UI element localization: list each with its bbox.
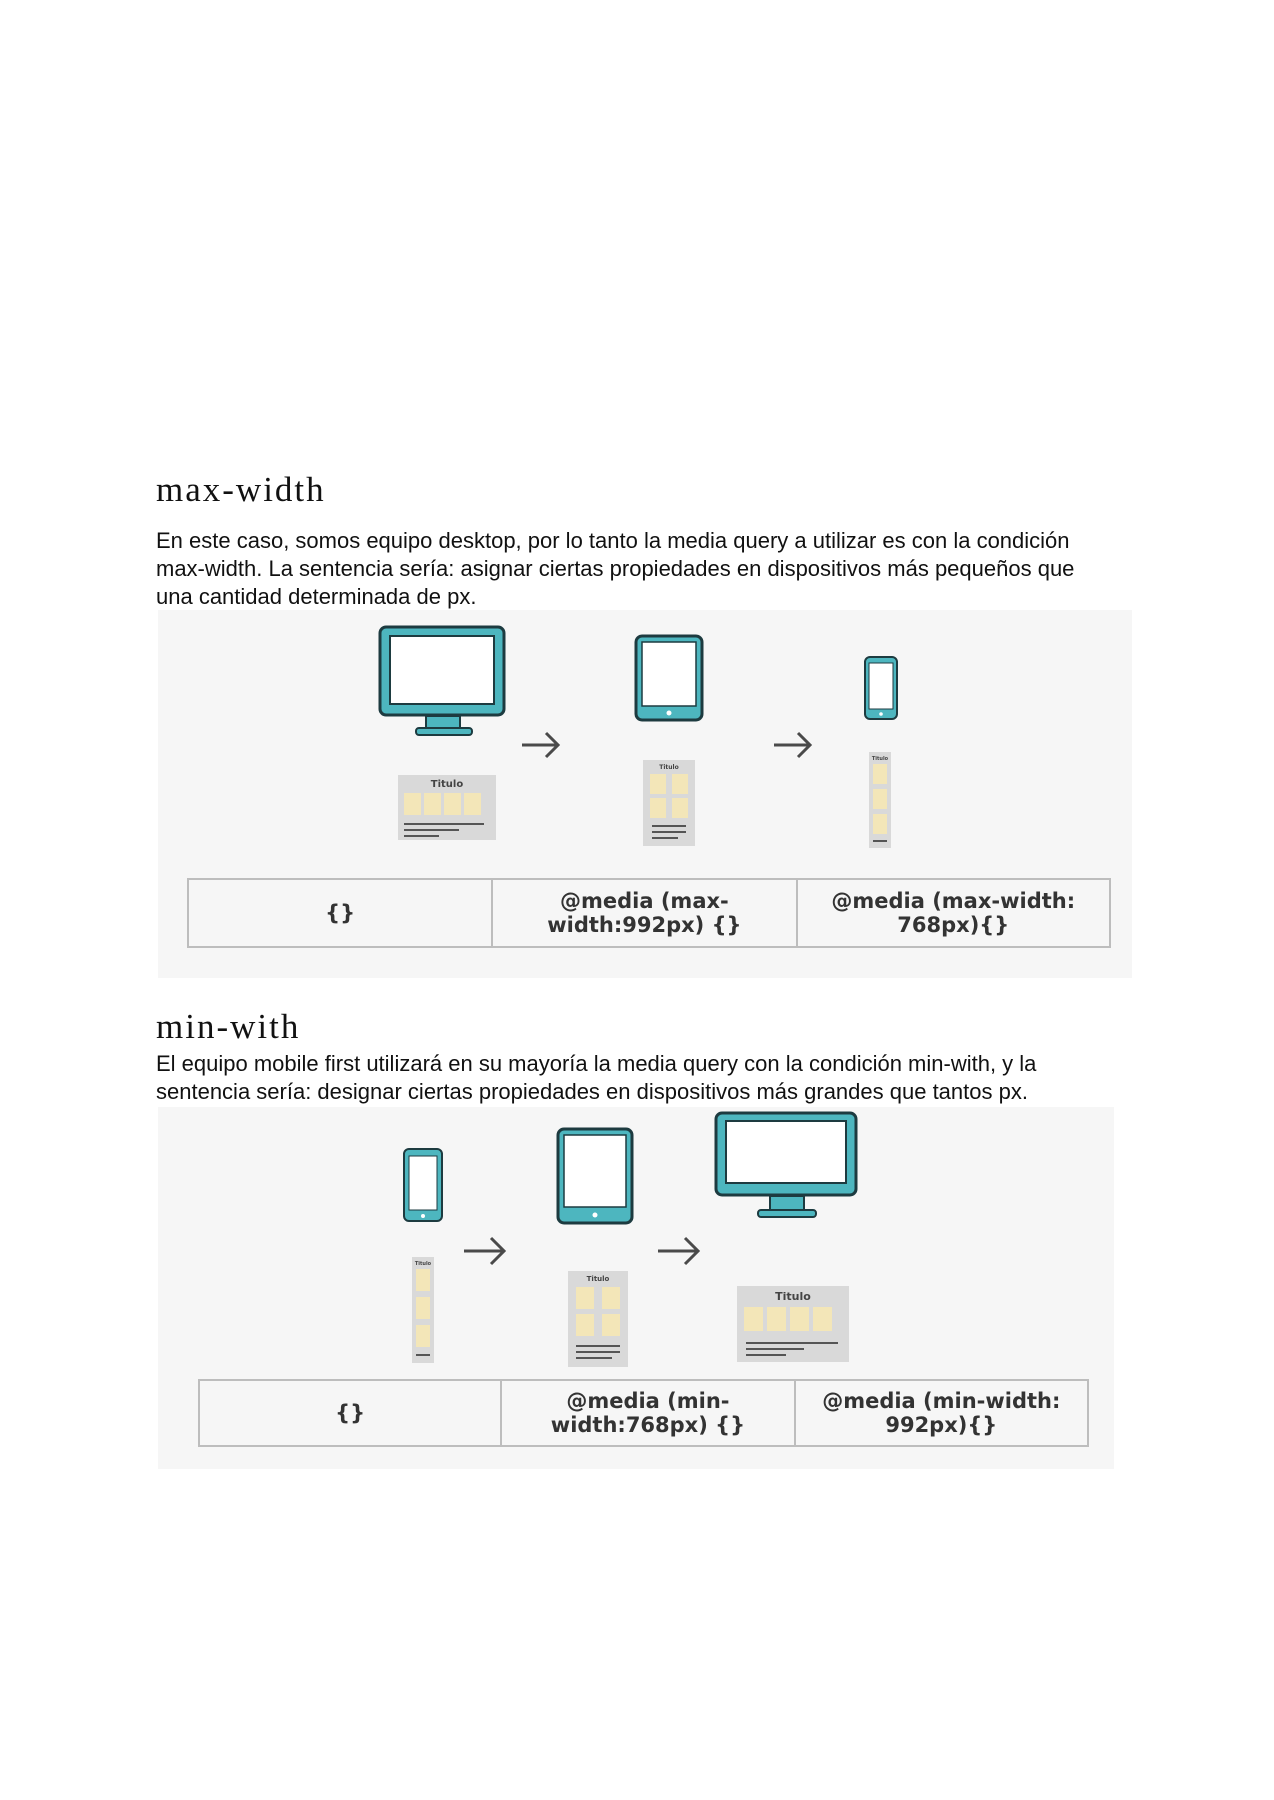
smartphone-icon — [864, 656, 898, 720]
smartphone-icon — [403, 1148, 443, 1222]
section-heading-min-with: min-with — [156, 1007, 301, 1046]
desktop-layout-mockup: Titulo — [398, 775, 496, 840]
mockup-title: Titulo — [775, 1290, 811, 1303]
min-with-devices-illustration: Titulo Titulo Titulo — [403, 1111, 858, 1367]
mockup-title: Titulo — [659, 764, 678, 771]
min-with-media-query-table: {} @media (min-width:768px) {} @media (m… — [197, 1379, 1090, 1447]
max-width-devices-illustration: Titulo Titulo Titulo — [378, 625, 898, 848]
min-with-figure: Titulo Titulo Titulo {} @media (min-widt… — [158, 1107, 1114, 1469]
mockup-title: Titulo — [415, 1261, 432, 1267]
mockup-title: Titulo — [431, 779, 464, 790]
mockup-title: Titulo — [587, 1275, 610, 1283]
arrow-right-icon — [464, 1236, 507, 1266]
phone-layout-mockup: Titulo — [869, 752, 891, 848]
tablet-layout-mockup: Titulo — [568, 1271, 628, 1367]
max-width-media-query-table: {} @media (max-width:992px) {} @media (m… — [186, 878, 1111, 948]
tablet-icon — [556, 1127, 634, 1225]
tablet-icon — [634, 634, 704, 722]
section-heading-max-width: max-width — [156, 470, 326, 509]
arrow-right-icon — [522, 731, 561, 759]
media-query-base-cell: {} — [197, 1379, 503, 1447]
max-width-figure: Titulo Titulo Titulo {} @media (max-widt… — [158, 610, 1132, 978]
desktop-monitor-icon — [378, 625, 506, 736]
phone-layout-mockup: Titulo — [412, 1257, 434, 1363]
tablet-layout-mockup: Titulo — [643, 760, 695, 846]
mockup-title: Titulo — [872, 756, 889, 762]
section-paragraph-min-with: El equipo mobile first utilizará en su m… — [156, 1051, 1037, 1104]
arrow-right-icon — [774, 731, 813, 759]
media-query-base-cell: {} — [186, 878, 494, 948]
arrow-right-icon — [658, 1236, 701, 1266]
section-paragraph-max-width: En este caso, somos equipo desktop, por … — [156, 528, 1075, 609]
media-query-768-cell: @media (min-width:768px) {} — [500, 1379, 796, 1447]
media-query-768-cell: @media (max-width: 768px){} — [795, 878, 1111, 948]
media-query-992-cell: @media (max-width:992px) {} — [491, 878, 798, 948]
desktop-layout-mockup: Titulo — [737, 1286, 849, 1362]
desktop-monitor-icon — [714, 1111, 858, 1218]
media-query-992-cell: @media (min-width: 992px){} — [793, 1379, 1090, 1447]
